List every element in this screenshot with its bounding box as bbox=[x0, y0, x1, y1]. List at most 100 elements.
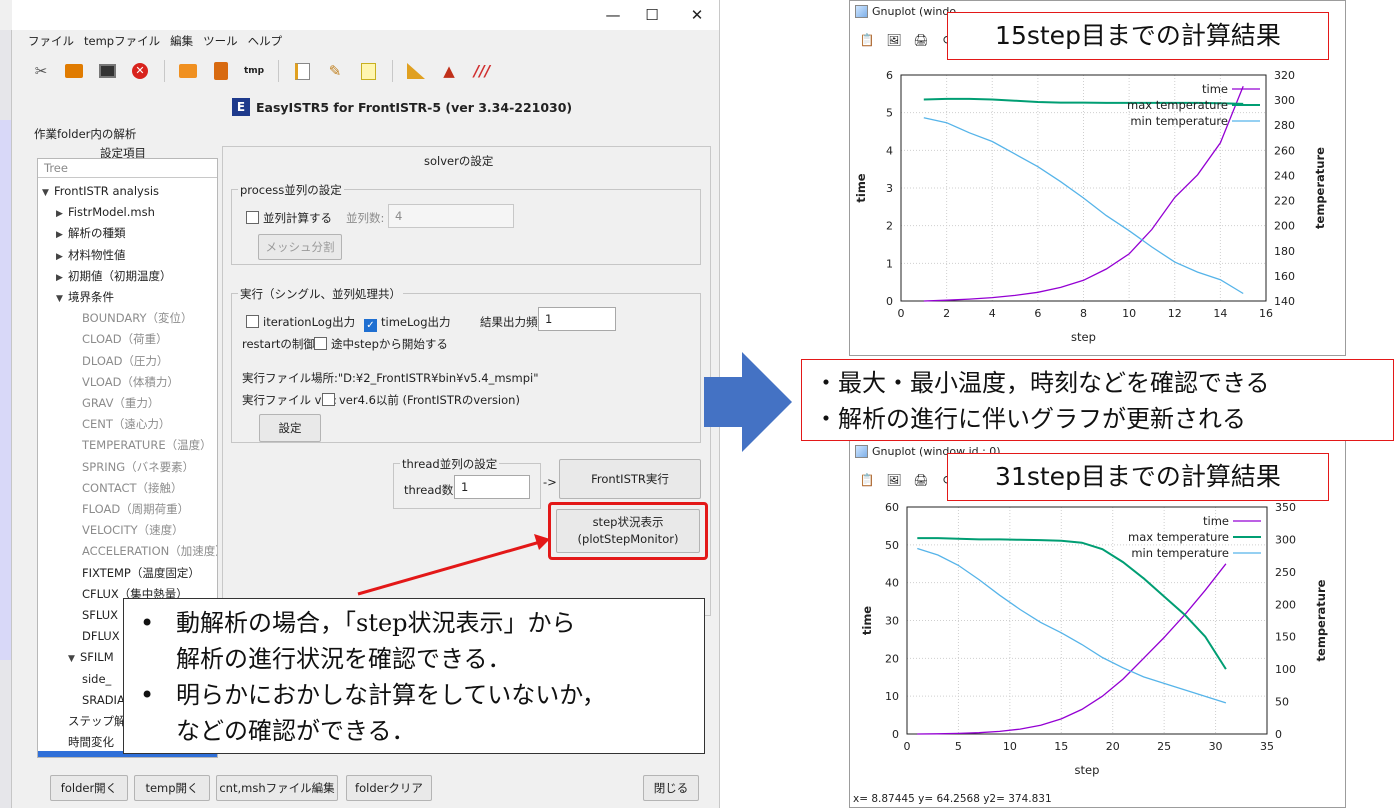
y2-tick-label: 260 bbox=[1274, 144, 1295, 157]
tmp-icon[interactable]: tmp bbox=[243, 60, 265, 82]
expand-down-icon[interactable]: ▼ bbox=[68, 651, 80, 667]
mesh-split-button[interactable]: メッシュ分割 bbox=[258, 234, 342, 260]
shape-icon[interactable]: ▲ bbox=[438, 60, 460, 82]
tree-item[interactable]: ▼ FrontISTR analysis bbox=[42, 183, 159, 201]
monitor-icon[interactable] bbox=[96, 60, 118, 82]
expand-down-icon[interactable]: ▼ bbox=[56, 291, 68, 307]
x-tick-label: 15 bbox=[1054, 740, 1068, 753]
tools-icon[interactable]: ✂ bbox=[30, 60, 52, 82]
x-tick-label: 0 bbox=[904, 740, 911, 753]
tree-item[interactable]: ▶ 材料物性値 bbox=[56, 247, 126, 265]
ruler-icon[interactable] bbox=[405, 60, 427, 82]
folder-open-button[interactable]: folder開く bbox=[50, 775, 128, 801]
thread-input[interactable]: 1 bbox=[454, 475, 530, 499]
menu-file[interactable]: ファイル bbox=[28, 33, 74, 51]
menu-bar: ファイル tempファイル 編集 ツール ヘルプ bbox=[28, 33, 282, 51]
check-icon[interactable]: ✓ bbox=[364, 319, 377, 332]
expand-right-icon[interactable]: ▶ bbox=[56, 206, 68, 222]
x-tick-label: 4 bbox=[989, 307, 996, 320]
folder-icon[interactable] bbox=[63, 60, 85, 82]
edit-icon[interactable] bbox=[291, 60, 313, 82]
maximize-button[interactable]: ☐ bbox=[641, 5, 663, 25]
palette-icon[interactable]: /// bbox=[471, 60, 493, 82]
x-tick-label: 16 bbox=[1259, 307, 1273, 320]
stop-icon[interactable]: ✕ bbox=[129, 60, 151, 82]
y2-axis-label: temperature bbox=[1313, 147, 1327, 229]
expand-down-icon[interactable]: ▼ bbox=[42, 185, 54, 201]
tree-item[interactable]: CENT（遠心力） bbox=[82, 416, 170, 432]
background-window-strip bbox=[0, 30, 12, 808]
expand-right-icon[interactable]: ▶ bbox=[56, 270, 68, 286]
tree-item[interactable]: ▶ 解析の種類 bbox=[56, 225, 126, 243]
menu-help[interactable]: ヘルプ bbox=[248, 33, 283, 51]
tree-item[interactable]: DFLUX bbox=[82, 628, 120, 644]
tree-item[interactable]: TEMPERATURE（温度） bbox=[82, 437, 212, 453]
frontistr-run-button[interactable]: FrontISTR実行 bbox=[559, 459, 701, 499]
tree-item[interactable]: GRAV（重力） bbox=[82, 395, 159, 411]
checkbox-icon[interactable] bbox=[246, 211, 259, 224]
restart-label: restartの制御: bbox=[242, 337, 319, 351]
tree-item[interactable]: VELOCITY（速度） bbox=[82, 522, 184, 538]
y2-tick-label: 350 bbox=[1275, 501, 1296, 514]
tree-item[interactable]: SFLUX bbox=[82, 607, 118, 623]
menu-edit[interactable]: 編集 bbox=[170, 33, 193, 51]
settings-button[interactable]: 設定 bbox=[259, 414, 321, 442]
tree-item[interactable]: side_ bbox=[82, 671, 111, 687]
tree-item[interactable]: SRADIA bbox=[82, 692, 125, 708]
tree-item[interactable]: BOUNDARY（変位） bbox=[82, 310, 193, 326]
tree-item[interactable]: ▶ 初期値（初期温度） bbox=[56, 268, 172, 286]
tree-item[interactable]: FLOAD（周期荷重） bbox=[82, 501, 189, 517]
legend-label: max temperature bbox=[1128, 530, 1229, 544]
tree-item[interactable]: CONTACT（接触） bbox=[82, 480, 183, 496]
app-title-text: EasyISTR5 for FrontISTR-5 (ver 3.34-2210… bbox=[256, 99, 573, 115]
x-axis-label: step bbox=[1075, 763, 1100, 777]
tree-item[interactable]: FIXTEMP（温度固定） bbox=[82, 565, 200, 581]
tree-item[interactable]: DLOAD（圧力） bbox=[82, 353, 168, 369]
y-tick-label: 50 bbox=[885, 539, 899, 552]
close-app-button[interactable]: 閉じる bbox=[643, 775, 699, 801]
note-icon[interactable] bbox=[357, 60, 379, 82]
y2-tick-label: 280 bbox=[1274, 119, 1295, 132]
restart-checkbox[interactable]: 途中stepから開始する bbox=[314, 336, 448, 352]
expand-right-icon[interactable]: ▶ bbox=[56, 227, 68, 243]
legend-label: time bbox=[1202, 82, 1228, 96]
y-tick-label: 20 bbox=[885, 652, 899, 665]
y-tick-label: 3 bbox=[886, 182, 893, 195]
parallel-checkbox[interactable]: 並列計算する bbox=[246, 210, 332, 226]
tree-item[interactable]: ▼ 境界条件 bbox=[56, 289, 114, 307]
tree-item[interactable]: ▼ SFILM bbox=[68, 649, 114, 667]
tree-item[interactable]: 時間変化 bbox=[68, 734, 114, 750]
minimize-button[interactable]: — bbox=[602, 5, 624, 25]
y2-tick-label: 320 bbox=[1274, 69, 1295, 82]
expand-right-icon[interactable]: ▶ bbox=[56, 249, 68, 265]
y-tick-label: 40 bbox=[885, 577, 899, 590]
output-freq-input[interactable]: 1 bbox=[538, 307, 616, 331]
exe-ver-checkbox[interactable]: ver4.6以前 (FrontISTRのversion) bbox=[322, 392, 520, 408]
y2-tick-label: 240 bbox=[1274, 169, 1295, 182]
temp-open-button[interactable]: temp開く bbox=[134, 775, 210, 801]
tree-item[interactable]: SPRING（バネ要素） bbox=[82, 459, 194, 475]
y2-tick-label: 200 bbox=[1275, 598, 1296, 611]
x-tick-label: 35 bbox=[1260, 740, 1274, 753]
tree-item[interactable]: ▶ FistrModel.msh bbox=[56, 204, 155, 222]
menu-tools[interactable]: ツール bbox=[203, 33, 238, 51]
callout-line-3: • 明らかにおかしな計算をしていないか， bbox=[140, 681, 606, 709]
tree-item[interactable]: ACCELERATION（加速度） bbox=[82, 543, 217, 559]
folder-clear-button[interactable]: folderクリア bbox=[346, 775, 432, 801]
tree-item[interactable]: CLOAD（荷重） bbox=[82, 331, 168, 347]
menu-tempfile[interactable]: tempファイル bbox=[84, 33, 160, 51]
x-tick-label: 5 bbox=[955, 740, 962, 753]
y-tick-label: 30 bbox=[885, 615, 899, 628]
open-folder-icon[interactable] bbox=[177, 60, 199, 82]
timelog-checkbox[interactable]: ✓ timeLog出力 bbox=[364, 314, 451, 332]
parallel-count-input[interactable]: 4 bbox=[388, 204, 514, 228]
close-button[interactable]: ✕ bbox=[686, 5, 708, 25]
y-axis-label: time bbox=[860, 606, 874, 635]
broom-icon[interactable]: ✎ bbox=[324, 60, 346, 82]
tree-item[interactable]: VLOAD（体積力） bbox=[82, 374, 179, 390]
blue-arrow-icon bbox=[704, 352, 792, 452]
upload-icon[interactable] bbox=[210, 60, 232, 82]
iteration-log-checkbox[interactable]: iterationLog出力 bbox=[246, 314, 355, 330]
y2-tick-label: 300 bbox=[1275, 533, 1296, 546]
edit-cnt-msh-button[interactable]: cnt,mshファイル編集 bbox=[216, 775, 338, 801]
